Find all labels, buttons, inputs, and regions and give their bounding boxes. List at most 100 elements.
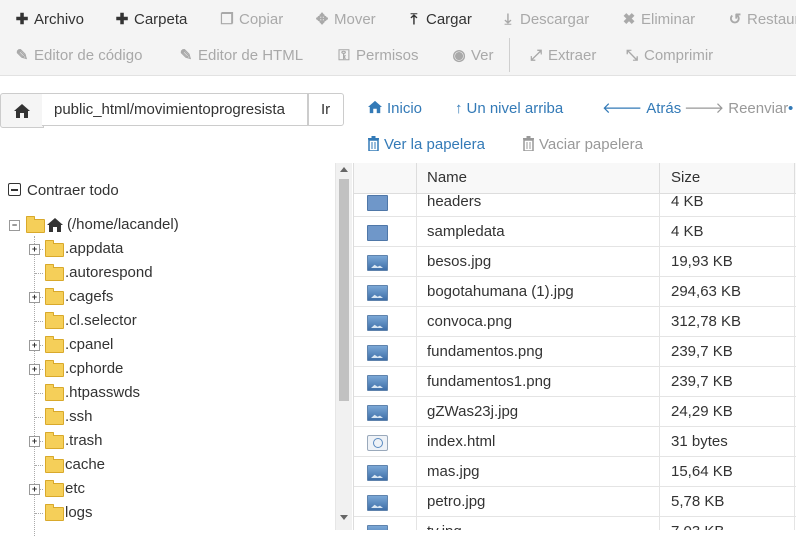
expand-node-icon[interactable]: +	[29, 484, 40, 495]
image-file-icon	[367, 465, 388, 481]
collapse-all-button[interactable]: Contraer todo	[8, 180, 119, 202]
toolbar: ✚ Archivo ✚ Carpeta ❐ Copiar ✥ Mover ⤒ Cargar…	[0, 0, 796, 76]
expand-node-icon[interactable]: +	[29, 364, 40, 375]
compress-button[interactable]: ⤡ Comprimir	[624, 38, 713, 74]
key-icon: ⚿	[338, 47, 350, 64]
open-folder-icon	[26, 216, 45, 233]
folder-icon	[45, 360, 64, 377]
tree-item[interactable]: .cl.selector	[0, 310, 220, 332]
table-row[interactable]: sampledata 4 KB	[354, 217, 796, 247]
table-row[interactable]: petro.jpg 5,78 KB	[354, 487, 796, 517]
file-name: gZWas23j.jpg	[427, 403, 519, 420]
tree-root[interactable]: − (/home/lacandel)	[0, 214, 200, 236]
image-file-icon	[367, 405, 388, 421]
tree-item[interactable]: + .appdata	[0, 238, 220, 260]
home-dir-button[interactable]	[0, 93, 44, 128]
tree-item[interactable]: + .cpanel	[0, 334, 220, 356]
table-row[interactable]: besos.jpg 19,93 KB	[354, 247, 796, 277]
table-row[interactable]: convoca.png 312,78 KB	[354, 307, 796, 337]
tree-item-label: logs	[65, 504, 93, 521]
tree-item-label: .autorespond	[65, 264, 153, 281]
nav-forward-link[interactable]: 🡒 Reenviar	[684, 97, 788, 121]
tree-item[interactable]: logs	[0, 502, 220, 524]
folder-icon	[45, 288, 64, 305]
folder-icon	[45, 456, 64, 473]
expand-node-icon[interactable]: +	[29, 436, 40, 447]
delete-button[interactable]: ✖ Eliminar	[621, 2, 695, 38]
nav-up-link[interactable]: ↑ Un nivel arriba	[455, 97, 563, 121]
scroll-down-icon[interactable]	[340, 515, 348, 520]
expand-node-icon[interactable]: +	[29, 340, 40, 351]
permissions-button[interactable]: ⚿ Permisos	[336, 38, 418, 74]
folder-icon	[367, 195, 388, 211]
tree-item[interactable]: + .cagefs	[0, 286, 220, 308]
file-name: besos.jpg	[427, 253, 492, 270]
tree-item[interactable]: + etc	[0, 478, 220, 500]
table-row[interactable]: mas.jpg 15,64 KB	[354, 457, 796, 487]
new-folder-button[interactable]: ✚ Carpeta	[114, 2, 188, 38]
tree-item-label: .cagefs	[65, 288, 114, 305]
path-input[interactable]	[42, 93, 308, 126]
file-name: index.html	[427, 433, 496, 450]
image-file-icon	[367, 525, 388, 530]
file-size: 239,7 KB	[671, 373, 733, 390]
file-name: tv.jpg	[427, 517, 462, 530]
tree-scrollbar[interactable]	[335, 163, 352, 530]
restore-button[interactable]: ↺Restaurar	[727, 2, 796, 38]
tree-item[interactable]: .autorespond	[0, 262, 220, 284]
expand-node-icon[interactable]: +	[29, 292, 40, 303]
upload-button[interactable]: ⤒ Cargar	[406, 2, 472, 38]
code-editor-button[interactable]: ✎ Editor de código	[14, 38, 143, 74]
column-header-name[interactable]: Name	[427, 163, 467, 193]
table-row[interactable]: fundamentos.png 239,7 KB	[354, 337, 796, 367]
html-file-icon	[367, 435, 388, 451]
tree-item[interactable]: .ssh	[0, 406, 220, 428]
tree-item-label: .trash	[65, 432, 103, 449]
column-header-size[interactable]: Size	[671, 163, 700, 193]
copy-button[interactable]: ❐ Copiar	[219, 2, 283, 38]
nav-back-link[interactable]: 🡐 Atrás	[602, 97, 681, 121]
image-file-icon	[367, 255, 388, 271]
trash-icon	[523, 136, 534, 151]
file-size: 7,03 KB	[671, 517, 724, 530]
view-trash-link[interactable]: Ver la papelera	[367, 133, 485, 157]
file-name: bogotahumana (1).jpg	[427, 283, 574, 300]
download-icon: ⤓	[504, 11, 512, 28]
delete-icon: ✖	[622, 11, 636, 28]
go-button[interactable]: Ir	[308, 93, 344, 126]
tree-item-label: .cphorde	[65, 360, 124, 377]
file-list: headers 4 KB sampledata 4 KB besos.jpg 19,93 …	[353, 163, 796, 530]
table-row[interactable]: tv.jpg 7,03 KB	[354, 517, 796, 530]
nav-more-icon[interactable]: •	[788, 97, 793, 121]
nav-home-link[interactable]: Inicio	[367, 97, 422, 121]
folder-icon	[45, 264, 64, 281]
scroll-up-icon[interactable]	[340, 167, 348, 172]
file-size: 31 bytes	[671, 433, 728, 450]
image-file-icon	[367, 495, 388, 511]
table-row[interactable]: index.html 31 bytes	[354, 427, 796, 457]
folder-icon	[45, 312, 64, 329]
new-file-button[interactable]: ✚ Archivo	[14, 2, 84, 38]
expand-node-icon[interactable]: +	[29, 244, 40, 255]
html-editor-button[interactable]: ✎ Editor de HTML	[178, 38, 303, 74]
file-name: petro.jpg	[427, 493, 486, 510]
tree-item[interactable]: + .cphorde	[0, 358, 220, 380]
toolbar-divider	[509, 38, 510, 72]
view-button[interactable]: ◉ Ver	[451, 38, 493, 74]
tree-item[interactable]: .htpasswds	[0, 382, 220, 404]
table-row[interactable]: fundamentos1.png 239,7 KB	[354, 367, 796, 397]
plus-icon: ✚	[115, 11, 129, 28]
download-button[interactable]: ⤓ Descargar	[500, 2, 590, 38]
table-row[interactable]: bogotahumana (1).jpg 294,63 KB	[354, 277, 796, 307]
tree-item[interactable]: + .trash	[0, 430, 220, 452]
file-name: mas.jpg	[427, 463, 480, 480]
table-row[interactable]: gZWas23j.jpg 24,29 KB	[354, 397, 796, 427]
tree-item[interactable]: cache	[0, 454, 220, 476]
empty-trash-link[interactable]: Vaciar papelera	[522, 133, 643, 157]
file-size: 239,7 KB	[671, 343, 733, 360]
move-button[interactable]: ✥ Mover	[314, 2, 376, 38]
scroll-thumb[interactable]	[339, 179, 349, 401]
extract-button[interactable]: ⤢ Extraer	[528, 38, 596, 74]
eye-icon: ◉	[452, 47, 466, 64]
restore-icon: ↺	[728, 11, 742, 28]
